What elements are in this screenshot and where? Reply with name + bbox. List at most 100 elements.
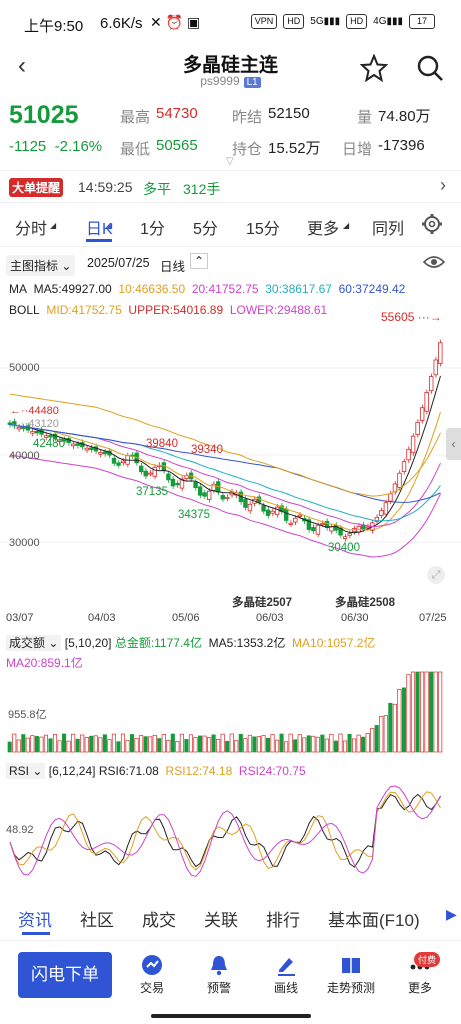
volume-bar xyxy=(338,733,343,753)
candle-body xyxy=(120,460,126,464)
volume-bar xyxy=(247,734,252,753)
candle-body xyxy=(84,447,90,451)
price-axis-50000: 50000 xyxy=(9,362,40,374)
tab-5min[interactable]: 5分 xyxy=(193,215,218,239)
volume-bar xyxy=(7,741,12,753)
tabs-scroll-icon[interactable]: ▶ xyxy=(446,906,457,923)
contract-switch-2507: 多晶硅2507 xyxy=(232,597,293,609)
volume-bar xyxy=(388,702,393,753)
candle-body xyxy=(206,490,212,500)
tab-peer-list[interactable]: 同列 xyxy=(372,215,404,239)
volume-bar xyxy=(365,732,370,753)
volume-bar xyxy=(148,736,153,753)
tab-15min[interactable]: 15分 xyxy=(246,215,280,239)
tab-news[interactable]: 资讯 xyxy=(18,906,52,931)
volume-bar xyxy=(57,740,62,753)
volume-bar xyxy=(279,733,284,753)
candle-body xyxy=(270,510,275,514)
volume-header: 成交额 ⌄ [5,10,20] 总金额:1177.4亿 MA5:1353.2亿 … xyxy=(6,634,375,651)
volume-bar xyxy=(43,734,49,753)
volume-bar xyxy=(161,734,166,753)
candle-body xyxy=(75,443,80,446)
fullscreen-icon[interactable]: ⤢ xyxy=(427,566,445,584)
expand-icon[interactable]: ▽ xyxy=(226,156,234,167)
alert-kind: 多平 xyxy=(143,181,171,197)
candle-body xyxy=(388,493,393,502)
volume-bar xyxy=(98,737,103,753)
candle-body xyxy=(311,526,316,532)
candle-body xyxy=(34,430,40,434)
volume-bar xyxy=(116,741,121,753)
alert-button[interactable]: 预警 xyxy=(201,954,237,996)
volume-bar xyxy=(374,725,379,753)
candle-body xyxy=(424,392,429,412)
main-indicator-dropdown[interactable]: 主图指标 ⌄ xyxy=(6,255,76,276)
candle-body xyxy=(98,451,103,455)
tab-fundamentals[interactable]: 基本面(F10) xyxy=(328,906,420,931)
volume-bar xyxy=(320,734,325,753)
candle-body xyxy=(89,447,94,451)
tab-1min[interactable]: 1分 xyxy=(140,215,165,239)
date-axis-1: 04/03 xyxy=(88,612,116,624)
volume-bar xyxy=(419,671,425,753)
volume-bar xyxy=(80,734,85,753)
eye-icon[interactable] xyxy=(423,254,445,270)
quote-panel: 51025 -1125 -2.16% 最高 54730 最低 50565 昨结 … xyxy=(0,98,461,167)
volume-bar xyxy=(238,734,243,753)
volume-bar xyxy=(302,737,307,753)
volume-bar xyxy=(52,733,58,753)
volume-bar xyxy=(16,739,21,753)
tab-community[interactable]: 社区 xyxy=(80,906,114,931)
volume-bar xyxy=(433,671,438,753)
volume-bar xyxy=(234,740,239,753)
candle-body xyxy=(315,524,321,535)
volume-bar xyxy=(197,735,203,753)
tab-fenshi[interactable]: 分时 xyxy=(15,215,47,239)
star-icon[interactable] xyxy=(360,54,388,82)
search-icon[interactable] xyxy=(416,54,444,82)
flash-order-button[interactable]: 闪电下单 xyxy=(18,952,112,998)
candle-body xyxy=(347,533,352,536)
tab-trades[interactable]: 成交 xyxy=(142,906,176,931)
volume-bar xyxy=(120,733,126,753)
trade-button[interactable]: 交易 xyxy=(134,954,170,996)
candle-body xyxy=(202,492,207,497)
candle-body xyxy=(342,536,348,539)
tab-related[interactable]: 关联 xyxy=(204,906,238,931)
draw-line-button[interactable]: 画线 xyxy=(268,954,304,996)
volume-bar xyxy=(311,735,316,753)
volume-bar xyxy=(170,733,175,753)
volume-bar xyxy=(48,738,53,753)
bell-icon xyxy=(211,956,227,976)
alert-time: 14:59:25 xyxy=(78,179,133,195)
volume-bar xyxy=(415,671,420,753)
volume-dropdown[interactable]: 成交额 ⌄ xyxy=(6,635,62,651)
annot-39340: 39340 xyxy=(191,444,223,456)
date-axis-3: 06/03 xyxy=(256,612,284,624)
collapse-icon[interactable]: ⌃ xyxy=(190,253,209,269)
gear-icon[interactable] xyxy=(421,213,443,235)
candle-body xyxy=(143,470,148,477)
rsi-dropdown[interactable]: RSI ⌄ xyxy=(6,763,46,779)
tab-more[interactable]: 更多 xyxy=(307,215,339,239)
trend-forecast-button[interactable]: 走势预测 xyxy=(324,954,378,996)
candle-body xyxy=(193,481,198,489)
candle-body xyxy=(111,457,117,464)
tab-ranking[interactable]: 排行 xyxy=(266,906,300,931)
volume-bar xyxy=(30,735,35,753)
volume-bar xyxy=(392,703,397,753)
volume-bar xyxy=(21,734,26,753)
candle-body xyxy=(148,472,153,475)
volume-bar xyxy=(211,734,216,753)
date-axis-4: 06/30 xyxy=(341,612,369,624)
annot-high: 55605 ···→ xyxy=(381,310,442,324)
big-order-alert[interactable]: 大单提醒 14:59:25 多平 312手 › xyxy=(0,174,461,200)
status-time: 上午9:50 xyxy=(24,18,84,35)
candle-body xyxy=(261,505,266,512)
oi-label: 持仓 xyxy=(232,141,263,158)
volume-bar xyxy=(410,671,416,753)
volume-bar xyxy=(179,733,184,753)
side-expand-handle[interactable]: ‹ xyxy=(446,428,461,460)
candle-body xyxy=(265,509,271,516)
candle-body xyxy=(30,431,35,434)
